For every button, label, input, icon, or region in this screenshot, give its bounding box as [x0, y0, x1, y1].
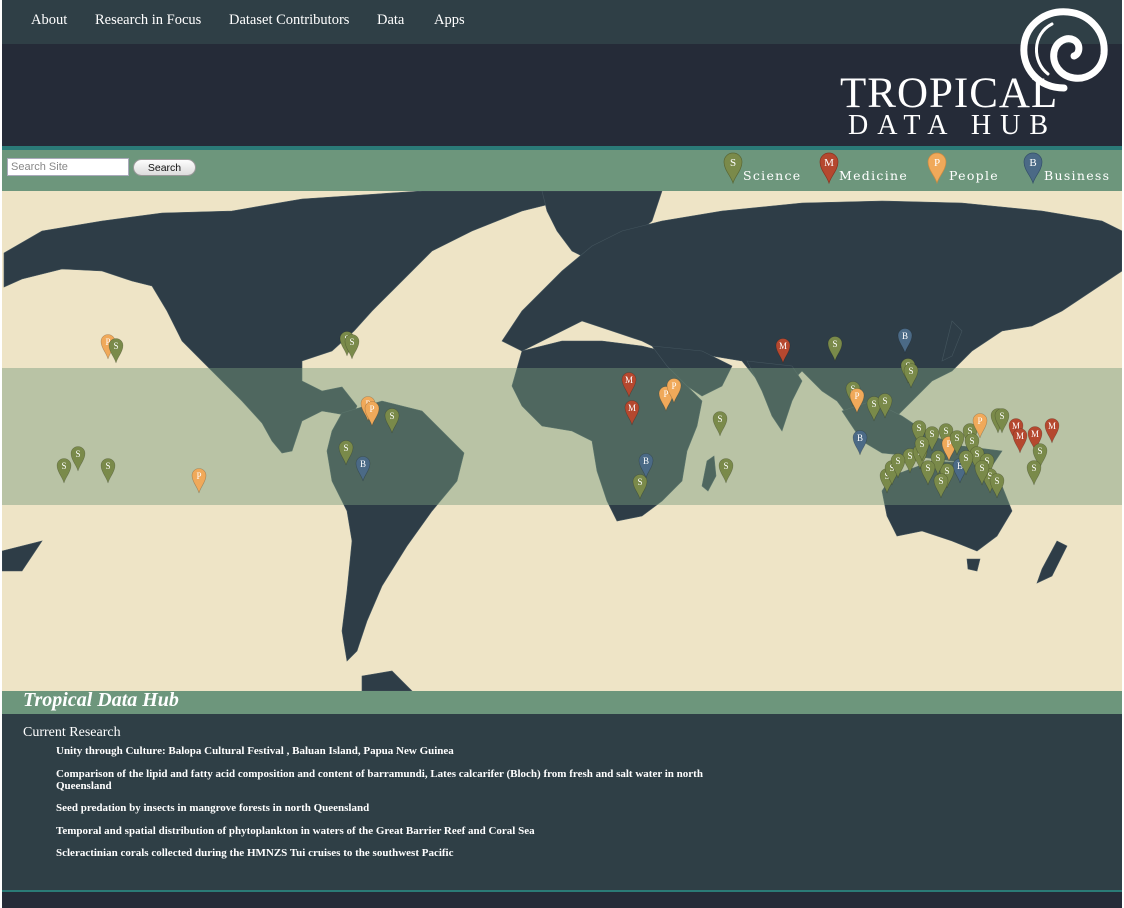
research-item[interactable]: Scleractinian corals collected during th…: [56, 847, 736, 859]
svg-text:S: S: [349, 337, 354, 347]
research-item[interactable]: Temporal and spatial distribution of phy…: [56, 825, 736, 837]
map-canvas: PSSSSSSPPPSSBMMPPSBSSMSBSSSPSSBSSSPSSPMS…: [2, 191, 1122, 691]
svg-text:S: S: [954, 433, 959, 443]
svg-text:S: S: [1031, 463, 1036, 473]
legend-people-label: People: [949, 168, 999, 183]
section-title: Tropical Data Hub: [23, 689, 179, 711]
svg-text:M: M: [824, 157, 834, 169]
svg-text:M: M: [625, 375, 633, 385]
legend-medicine-label: Medicine: [839, 168, 909, 183]
svg-text:B: B: [360, 459, 366, 469]
footer-bar: [2, 892, 1122, 908]
page: About Research in Focus Dataset Contribu…: [2, 0, 1122, 908]
svg-text:P: P: [671, 381, 676, 391]
svg-text:S: S: [61, 461, 66, 471]
research-item[interactable]: Unity through Culture: Balopa Cultural F…: [56, 745, 736, 757]
svg-text:S: S: [389, 411, 394, 421]
svg-text:S: S: [999, 411, 1004, 421]
nav-about-link[interactable]: About: [31, 12, 67, 29]
svg-text:S: S: [944, 466, 949, 476]
svg-text:P: P: [854, 391, 859, 401]
banner: TROPICAL DATA HUB: [2, 8, 1122, 146]
svg-text:S: S: [994, 476, 999, 486]
toolbar: Search S Science M Medicine P People: [2, 150, 1122, 191]
svg-text:S: S: [637, 477, 642, 487]
nav-apps-link[interactable]: Apps: [434, 12, 465, 29]
svg-text:P: P: [663, 389, 668, 399]
svg-text:S: S: [113, 341, 118, 351]
search-button[interactable]: Search: [133, 159, 196, 176]
svg-text:S: S: [871, 399, 876, 409]
search-input[interactable]: [7, 158, 129, 176]
research-list: Unity through Culture: Balopa Cultural F…: [56, 745, 736, 870]
nav-dataset-contributors-link[interactable]: Dataset Contributors: [229, 12, 349, 29]
svg-text:S: S: [832, 339, 837, 349]
svg-text:B: B: [1029, 157, 1036, 169]
svg-text:M: M: [1016, 431, 1024, 441]
legend-science[interactable]: S Science: [723, 152, 823, 186]
svg-text:S: S: [895, 456, 900, 466]
svg-text:B: B: [857, 433, 863, 443]
svg-text:S: S: [979, 463, 984, 473]
svg-text:S: S: [723, 461, 728, 471]
svg-text:S: S: [907, 451, 912, 461]
svg-text:S: S: [105, 461, 110, 471]
svg-text:P: P: [196, 471, 201, 481]
svg-text:M: M: [628, 403, 636, 413]
svg-text:S: S: [935, 453, 940, 463]
svg-text:S: S: [929, 429, 934, 439]
svg-text:B: B: [902, 331, 908, 341]
science-pin-icon: S: [723, 152, 743, 184]
current-research-panel: Current Research Unity through Culture: …: [2, 714, 1122, 890]
svg-text:S: S: [963, 453, 968, 463]
logo-subtitle: DATA HUB: [848, 110, 1057, 141]
nav-research-in-focus-link[interactable]: Research in Focus: [95, 12, 201, 29]
top-nav: About Research in Focus Dataset Contribu…: [2, 0, 1122, 44]
svg-text:M: M: [1048, 421, 1056, 431]
research-item[interactable]: Seed predation by insects in mangrove fo…: [56, 802, 736, 814]
svg-text:S: S: [943, 426, 948, 436]
legend-science-label: Science: [743, 168, 802, 183]
svg-text:S: S: [717, 414, 722, 424]
section-header: Tropical Data Hub: [2, 689, 1122, 714]
svg-text:B: B: [643, 456, 649, 466]
legend-business[interactable]: B Business: [1023, 152, 1113, 186]
svg-text:S: S: [1037, 446, 1042, 456]
svg-text:S: S: [919, 439, 924, 449]
medicine-pin-icon: M: [819, 152, 839, 184]
legend-business-label: Business: [1044, 168, 1111, 183]
nav-data-link[interactable]: Data: [377, 12, 404, 29]
research-item[interactable]: Comparison of the lipid and fatty acid c…: [56, 768, 736, 792]
svg-text:M: M: [1031, 429, 1039, 439]
svg-text:S: S: [908, 366, 913, 376]
svg-text:S: S: [343, 443, 348, 453]
logo-title: TROPICAL: [840, 70, 1059, 117]
business-pin-icon: B: [1023, 152, 1043, 184]
svg-text:M: M: [779, 341, 787, 351]
svg-text:P: P: [934, 157, 940, 169]
people-pin-icon: P: [927, 152, 947, 184]
svg-text:S: S: [882, 396, 887, 406]
svg-text:S: S: [974, 449, 979, 459]
svg-text:S: S: [969, 436, 974, 446]
svg-text:P: P: [369, 404, 374, 414]
world-map[interactable]: PSSSSSSPPPSSBMMPPSBSSMSBSSSPSSBSSSPSSPMS…: [2, 191, 1122, 691]
legend-people[interactable]: P People: [927, 152, 1007, 186]
legend-medicine[interactable]: M Medicine: [819, 152, 914, 186]
svg-text:S: S: [730, 157, 736, 169]
svg-text:S: S: [925, 463, 930, 473]
svg-text:P: P: [977, 416, 982, 426]
current-research-title: Current Research: [23, 725, 121, 740]
svg-text:S: S: [75, 449, 80, 459]
svg-text:S: S: [938, 476, 943, 486]
svg-text:S: S: [916, 423, 921, 433]
